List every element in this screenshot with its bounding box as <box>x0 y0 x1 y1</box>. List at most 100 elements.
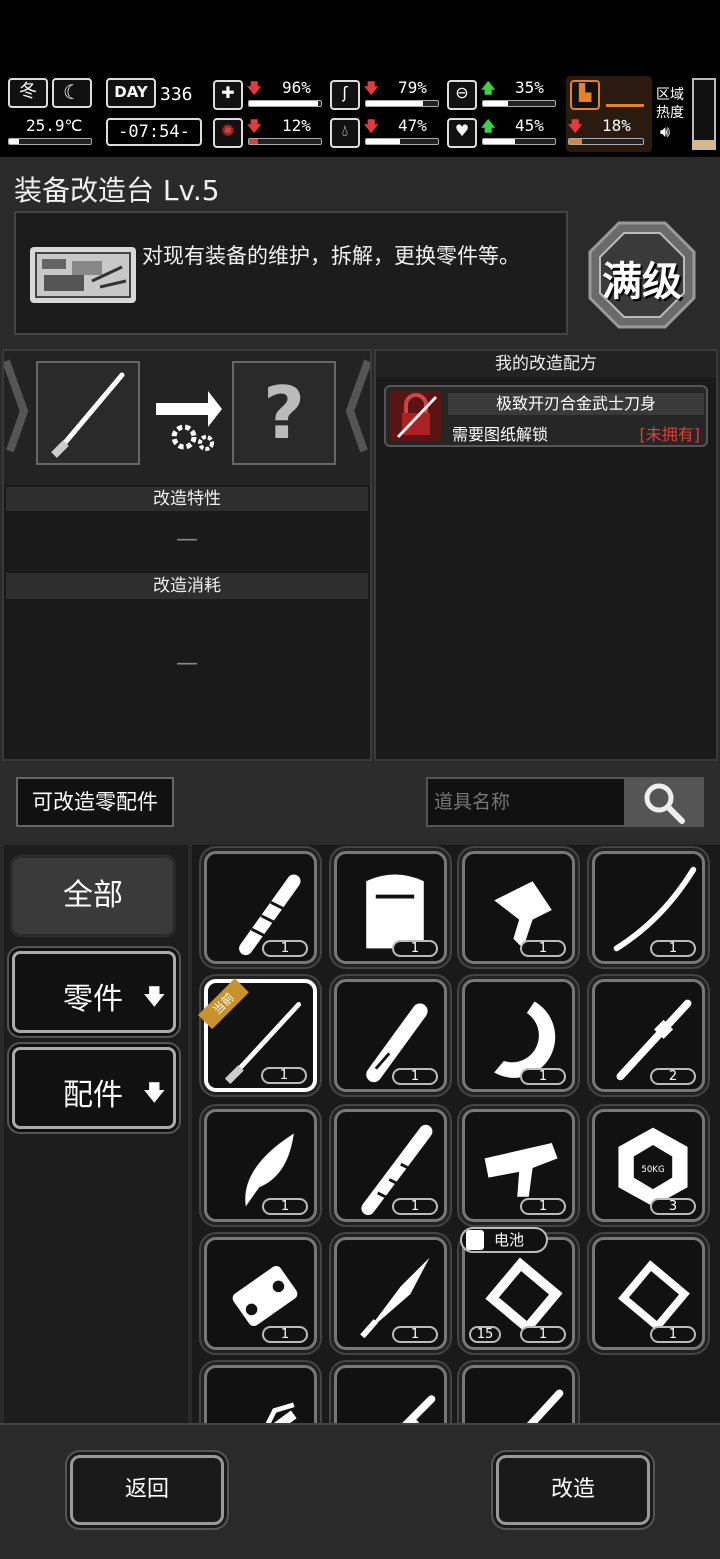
description-box: 对现有装备的维护，拆解，更换零件等。 <box>14 211 568 335</box>
mood-value: 45% <box>515 116 544 135</box>
filter-parts-label: 零件 <box>63 982 123 1017</box>
boot-icon: ▙ <box>570 80 600 110</box>
item-count: 1 <box>392 1326 438 1343</box>
item-count: 1 <box>262 1326 308 1343</box>
footer-bar: 返回 改造 <box>0 1423 720 1559</box>
hunger-value: 79% <box>398 78 427 97</box>
parts-toolbar: 可改造零配件 <box>0 763 720 841</box>
search-input[interactable] <box>426 777 626 827</box>
day-value: 336 <box>160 84 193 105</box>
main-panel: 装备改造台 Lv.5 对现有装备的维护，拆解，更换零件等。 满级 ? 改造特性 … <box>0 157 720 1559</box>
moon-icon: ☾ <box>52 78 92 108</box>
cost-value: — <box>176 651 198 676</box>
injury-meter <box>248 138 322 145</box>
item-count: 1 <box>392 940 438 957</box>
item-count: 1 <box>262 1198 308 1215</box>
recipe-item[interactable]: 极致开刃合金武士刀身 需要图纸解锁 [未拥有] <box>384 385 708 447</box>
inventory-item[interactable]: 1 <box>462 851 575 964</box>
modify-arrow-gear-icon <box>154 381 224 451</box>
filter-accessories-label: 配件 <box>63 1078 123 1113</box>
item-count: 1 <box>650 940 696 957</box>
region-label-2: 热度 <box>656 105 684 121</box>
weight-indicator <box>606 104 644 107</box>
item-count: 1 <box>520 1068 566 1085</box>
health-value: 96% <box>282 78 311 97</box>
item-count: 1 <box>261 1067 307 1084</box>
day-label: DAY <box>106 78 156 108</box>
thirst-value: 47% <box>398 116 427 135</box>
result-equipment-slot: ? <box>232 361 336 465</box>
cost-header: 改造消耗 <box>6 573 368 599</box>
svg-text:50KG: 50KG <box>641 1165 664 1175</box>
filter-accessories[interactable]: 配件 🡇 <box>12 1047 176 1129</box>
region-heat-meter <box>692 78 716 150</box>
item-charge-count: 15 <box>469 1326 501 1343</box>
inventory-item[interactable]: 1 <box>334 1237 447 1350</box>
item-count: 3 <box>650 1198 696 1215</box>
medkit-icon: ✚ <box>213 80 243 110</box>
item-count: 1 <box>392 1198 438 1215</box>
stamina-up-arrow-icon: 🡅 <box>481 81 496 97</box>
inventory-item[interactable]: 2 <box>592 979 705 1092</box>
item-count: 2 <box>650 1068 696 1085</box>
modify-button[interactable]: 改造 <box>496 1455 650 1525</box>
filter-parts-arrow-icon: 🡇 <box>143 985 166 1010</box>
filter-accessories-arrow-icon: 🡇 <box>143 1081 166 1106</box>
hunger-down-arrow-icon: 🡇 <box>364 81 379 97</box>
recipe-requirement: 需要图纸解锁 <box>452 425 549 444</box>
item-count: 1 <box>520 1326 566 1343</box>
station-description: 对现有装备的维护，拆解，更换零件等。 <box>142 244 520 268</box>
health-meter <box>248 100 322 107</box>
inventory-item[interactable]: 1 15 <box>462 1237 575 1350</box>
modify-panel: ? 改造特性 — 改造消耗 — <box>2 349 372 761</box>
inventory-item[interactable]: 1 <box>204 1237 317 1350</box>
item-count: 1 <box>520 940 566 957</box>
filter-parts[interactable]: 零件 🡇 <box>12 951 176 1033</box>
speaker-icon[interactable]: 🔊︎ <box>660 122 670 142</box>
inventory-item[interactable] <box>462 1365 575 1423</box>
region-label-1: 区域 <box>656 87 684 103</box>
mood-meter <box>482 138 556 145</box>
item-count: 1 <box>650 1326 696 1343</box>
barrel-icon <box>399 1395 436 1423</box>
temperature-value: 25.9℃ <box>26 116 83 135</box>
item-count: 1 <box>392 1068 438 1085</box>
inventory-item[interactable]: 1 <box>204 851 317 964</box>
injury-value: 12% <box>282 116 311 135</box>
battery-icon <box>466 1230 484 1250</box>
inventory-item[interactable] <box>204 1365 317 1423</box>
source-equipment-slot[interactable] <box>36 361 140 465</box>
season-icon: 冬 <box>8 78 48 108</box>
stomach-icon: ʃ <box>330 80 360 110</box>
inventory-item[interactable]: 1 <box>334 979 447 1092</box>
recipe-header: 我的改造配方 <box>376 351 716 377</box>
inventory-item[interactable] <box>334 1365 447 1423</box>
weight-meter <box>568 138 644 145</box>
hunger-meter <box>365 100 439 107</box>
inventory-item[interactable]: 1 <box>334 851 447 964</box>
inventory-item[interactable]: 1 <box>592 851 705 964</box>
temperature-meter <box>8 138 92 145</box>
health-down-arrow-icon: 🡇 <box>247 81 262 97</box>
filter-all[interactable]: 全部 <box>10 855 176 937</box>
inventory-item[interactable]: 1 <box>462 979 575 1092</box>
traits-value: — <box>176 527 198 552</box>
inventory-item[interactable]: 1 <box>334 1109 447 1222</box>
inventory-item[interactable]: 1 <box>592 1237 705 1350</box>
heart-icon: ♥ <box>447 118 477 148</box>
search-icon <box>644 783 685 824</box>
battery-tag-label: 电池 <box>494 1231 525 1249</box>
stick-icon <box>526 1389 564 1423</box>
search-button[interactable] <box>624 777 704 827</box>
recipe-panel: 我的改造配方 极致开刃合金武士刀身 需要图纸解锁 [未拥有] <box>374 349 718 761</box>
recipe-name: 极致开刃合金武士刀身 <box>448 393 704 415</box>
inventory-item[interactable]: 50KG 3 <box>592 1109 705 1222</box>
weight-value: 18% <box>602 116 631 135</box>
inventory-item[interactable]: 1 <box>204 1109 317 1222</box>
inventory-item[interactable]: 1 <box>462 1109 575 1222</box>
stamina-meter <box>482 100 556 107</box>
thirst-down-arrow-icon: 🡇 <box>364 119 379 135</box>
back-button[interactable]: 返回 <box>70 1455 224 1525</box>
injury-down-arrow-icon: 🡇 <box>247 119 262 135</box>
thirst-meter <box>365 138 439 145</box>
